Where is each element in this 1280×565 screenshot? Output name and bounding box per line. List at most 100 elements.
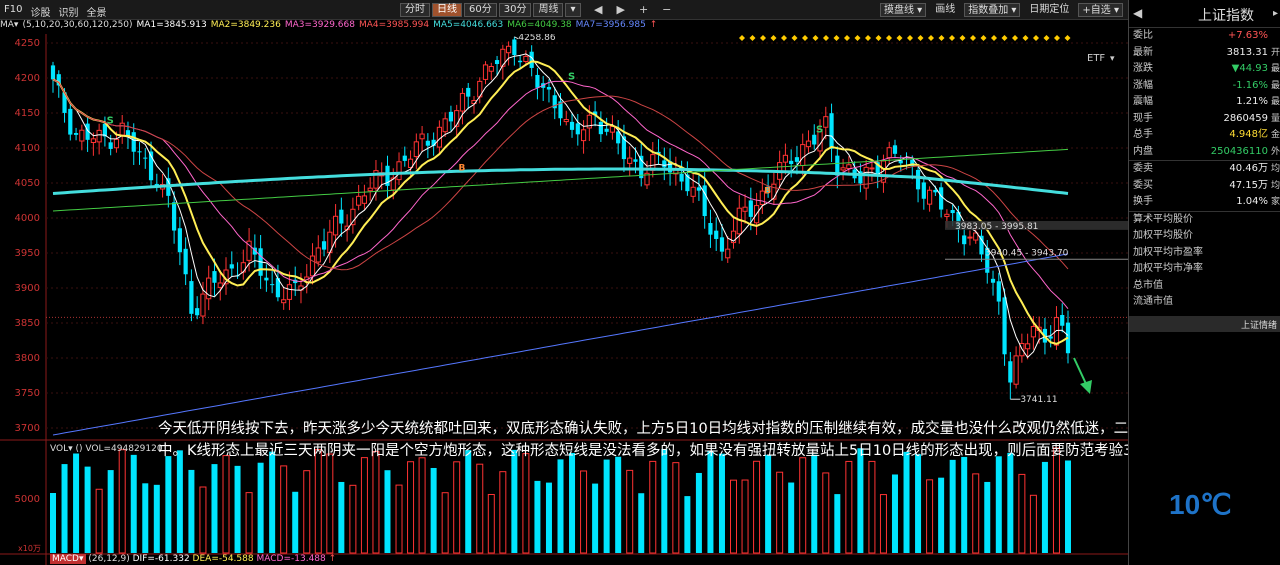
volume-bar-down	[695, 472, 702, 553]
volume-bar-up	[972, 473, 980, 554]
zoom-in-icon[interactable]: +	[639, 3, 648, 16]
volume-bar-up	[95, 488, 103, 554]
volume-legend: VOL▾ () VOL=494829120	[50, 444, 163, 454]
tab-30min[interactable]: 30分	[498, 3, 532, 17]
quote-row: 震幅 1.21% 最	[1129, 94, 1280, 111]
quote-row: 委比 +7.63%	[1129, 28, 1280, 45]
tab-60min[interactable]: 60分	[464, 3, 497, 17]
collapse-icon[interactable]: ◀	[1133, 6, 1142, 20]
volume-bar-up	[326, 453, 334, 554]
quote-tail: 外	[1270, 146, 1280, 157]
quote-tail: 最	[1270, 97, 1280, 107]
volume-bar-up	[822, 472, 830, 554]
sell-signal: S	[107, 116, 114, 127]
etf-label[interactable]: ETF	[1087, 53, 1105, 64]
macd-indicator-select[interactable]: MACD▾	[50, 554, 86, 564]
candle-body-down	[189, 281, 194, 314]
volume-bar-down	[153, 484, 160, 553]
menu-f10[interactable]: F10	[4, 4, 22, 19]
candle-body-down	[68, 108, 73, 135]
volume-bar-down	[938, 477, 945, 553]
candle-body-up	[944, 213, 950, 218]
volume-bar-up	[730, 479, 738, 554]
candle-body-up	[200, 293, 206, 317]
quote-value: 4.948亿	[1229, 129, 1268, 140]
chevron-down-icon[interactable]: ▾	[1110, 54, 1115, 64]
quote-value: 47.15万	[1229, 179, 1268, 191]
macd-dea: DEA=-54.588	[192, 554, 254, 564]
candle-body-up	[1013, 355, 1019, 385]
ma-legend-item: ↑	[649, 20, 658, 30]
candle-body-down	[402, 155, 407, 161]
quote-value: ▼44.93	[1231, 63, 1268, 74]
kline-chart[interactable]: 4250 4200 4150 4100 4050 4000 3950 3900 3850 3800…	[0, 34, 1128, 565]
quote-value: 40.46万	[1229, 163, 1268, 174]
menu-identify[interactable]: 识别	[58, 4, 78, 19]
volume-bar-up	[1018, 473, 1026, 554]
sentiment-bar[interactable]: 上证情绪	[1129, 316, 1280, 332]
ma-legend-item[interactable]: MA▾	[0, 20, 18, 30]
volume-bar-down	[269, 451, 276, 553]
tool-0[interactable]: 摸盘线 ▾	[880, 3, 927, 17]
volume-bar-down	[949, 459, 956, 553]
volume-bar-down	[257, 462, 264, 553]
candle-body-down	[212, 271, 217, 283]
candle-body-down	[448, 111, 454, 122]
volume-bar-up	[672, 462, 680, 554]
candle-body-up	[800, 144, 806, 167]
chevron-right-icon[interactable]: ▶	[616, 3, 624, 16]
low-price-label: 3741.11	[1020, 395, 1057, 405]
volume-bar-down	[465, 450, 472, 553]
more-icon[interactable]: ▸	[1273, 8, 1278, 19]
y-tick-label: 4200	[15, 73, 40, 84]
signal-diamond	[991, 35, 997, 41]
tab-daily[interactable]: 日线	[432, 3, 462, 17]
candle-body-down	[425, 140, 430, 146]
volume-bar-up	[349, 484, 357, 554]
tool-1[interactable]: 画线	[932, 3, 958, 17]
candle-body-up	[742, 206, 748, 212]
quote-tail: 均	[1270, 164, 1280, 174]
menu-panorama[interactable]: 全景	[86, 4, 106, 19]
menu-diagnose[interactable]: 诊股	[30, 4, 50, 19]
volume-indicator-select[interactable]: VOL▾	[50, 444, 73, 454]
volume-bar-down	[638, 493, 645, 553]
quote-value: -1.16%	[1232, 79, 1268, 91]
candle-body-up	[367, 187, 373, 192]
y-tick-label: 4100	[15, 143, 40, 154]
zoom-out-icon[interactable]: −	[662, 3, 671, 16]
candle-body-up	[315, 247, 321, 263]
candle-body-down	[939, 187, 944, 210]
quote-row: 最新 3813.31 开	[1129, 45, 1280, 62]
volume-bar-up	[845, 460, 853, 554]
tab-weekly[interactable]: 周线	[533, 3, 564, 17]
tab-intraday[interactable]: 分时	[400, 3, 430, 17]
tool-4[interactable]: +自选 ▾	[1078, 3, 1123, 17]
volume-bar-down	[1065, 460, 1071, 553]
candle-body-up	[580, 129, 587, 142]
signal-diamond	[802, 35, 808, 41]
volume-bar-down	[50, 493, 56, 553]
quote-panel: ◀ 上证指数 ▸ 委比 +7.63% 最新 3813.31 开涨跌 ▼44.93 最涨幅 -1…	[1128, 0, 1280, 565]
volume-bar-up	[753, 460, 761, 554]
chevron-left-icon[interactable]: ◀	[594, 3, 602, 16]
quote-label: 最新	[1133, 46, 1153, 58]
volume-bar-down	[107, 470, 114, 553]
volume-bar-up	[441, 492, 449, 554]
ma-legend-item: MA4=3985.994	[358, 20, 430, 30]
candle-body-up	[690, 186, 696, 197]
volume-unit-label: x10万	[18, 544, 41, 553]
y-tick-label: 3700	[15, 423, 40, 434]
macd-dif: DIF=-61.332	[132, 554, 190, 564]
tool-3[interactable]: 日期定位	[1026, 3, 1072, 17]
candle-body-down	[979, 235, 984, 255]
candle-body-down	[789, 160, 794, 165]
volume-bar-up	[245, 492, 253, 554]
candle-body-down	[990, 278, 996, 283]
quote-label: 涨幅	[1133, 79, 1153, 91]
signal-diamond	[1033, 35, 1039, 41]
period-dropdown-icon[interactable]: ▾	[565, 3, 581, 17]
volume-bar-down	[557, 459, 564, 553]
tool-2[interactable]: 指数叠加 ▾	[964, 3, 1021, 17]
candle-body-down	[512, 39, 517, 56]
